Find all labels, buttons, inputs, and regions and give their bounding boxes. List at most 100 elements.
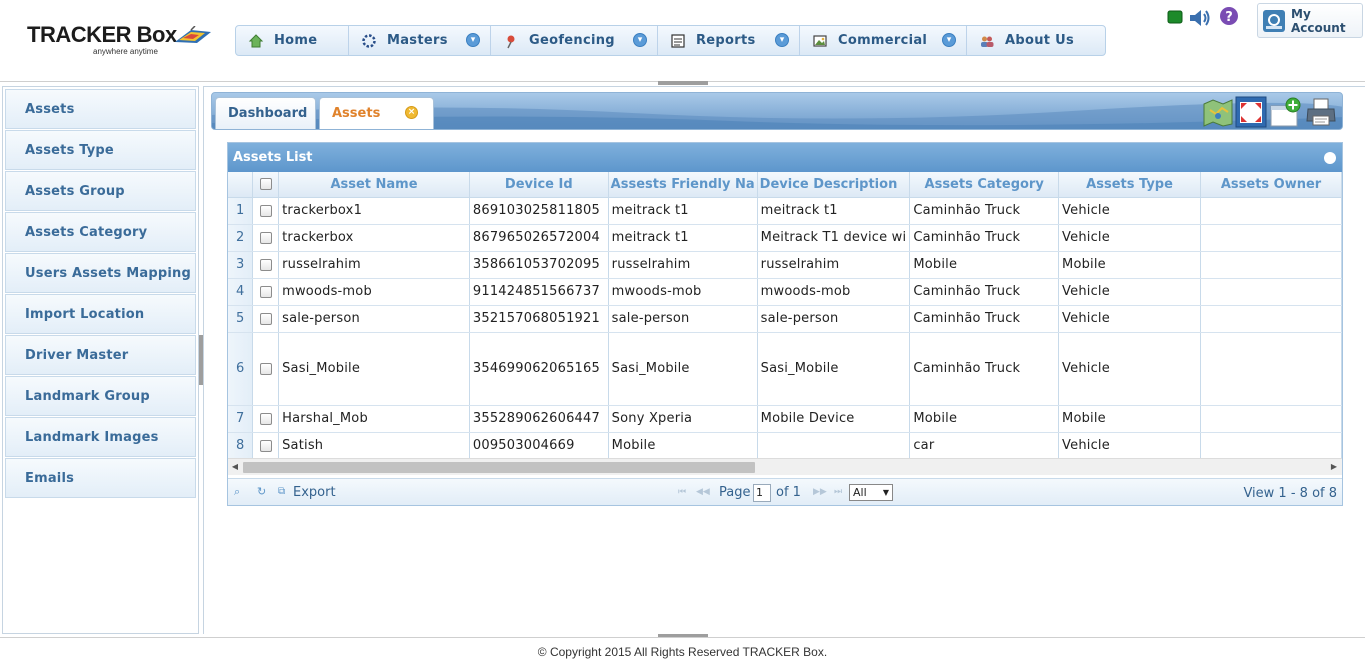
- chevron-down-icon[interactable]: ▾: [942, 33, 956, 47]
- sidebar-item-assets-category[interactable]: Assets Category: [5, 212, 196, 252]
- table-row[interactable]: 8 Satish 009503004669 Mobile car Vehicle: [228, 432, 1342, 460]
- device-id-cell[interactable]: 355289062606447: [469, 405, 609, 433]
- friendly-name-cell[interactable]: mwoods-mob: [608, 278, 758, 306]
- sidebar-item-import-location[interactable]: Import Location: [5, 294, 196, 334]
- export-button[interactable]: Export: [293, 485, 336, 500]
- print-icon[interactable]: [1305, 96, 1337, 128]
- row-checkbox[interactable]: [259, 231, 272, 244]
- row-checkbox[interactable]: [259, 439, 272, 452]
- row-checkbox[interactable]: [259, 285, 272, 298]
- tab-assets[interactable]: Assets ×: [319, 97, 434, 129]
- owner-cell[interactable]: [1200, 251, 1342, 279]
- column-header-device-description[interactable]: Device Description: [757, 172, 911, 198]
- device-id-cell[interactable]: 352157068051921: [469, 305, 609, 333]
- device-id-cell[interactable]: 358661053702095: [469, 251, 609, 279]
- table-row[interactable]: 2 trackerbox 867965026572004 meitrack t1 Mei…: [228, 224, 1342, 252]
- friendly-name-cell[interactable]: meitrack t1: [608, 197, 758, 225]
- row-checkbox[interactable]: [259, 362, 272, 375]
- chevron-down-icon[interactable]: ▾: [633, 33, 647, 47]
- row-checkbox[interactable]: [259, 258, 272, 271]
- tab-dashboard[interactable]: Dashboard: [215, 97, 316, 129]
- sidebar-item-assets-type[interactable]: Assets Type: [5, 130, 196, 170]
- device-description-cell[interactable]: mwoods-mob: [757, 278, 911, 306]
- table-row[interactable]: 4 mwoods-mob 911424851566737 mwoods-mob mwoo…: [228, 278, 1342, 306]
- add-asset-icon[interactable]: [1269, 96, 1301, 128]
- scrollbar-thumb[interactable]: [243, 462, 755, 473]
- owner-cell[interactable]: [1200, 332, 1342, 406]
- owner-cell[interactable]: [1200, 432, 1342, 460]
- select-all-checkbox[interactable]: [259, 178, 272, 191]
- chevron-down-icon[interactable]: ▾: [775, 33, 789, 47]
- next-page-icon[interactable]: ▶▶: [813, 487, 827, 497]
- first-page-icon[interactable]: ⏮: [678, 487, 686, 497]
- status-indicator-icon[interactable]: [1167, 10, 1183, 24]
- table-row[interactable]: 1 trackerbox1 869103025811805 meitrack t1 me…: [228, 197, 1342, 225]
- nav-masters[interactable]: Masters ▾: [349, 26, 491, 55]
- device-id-cell[interactable]: 009503004669: [469, 432, 609, 460]
- owner-cell[interactable]: [1200, 305, 1342, 333]
- type-cell[interactable]: Mobile: [1058, 251, 1202, 279]
- device-id-cell[interactable]: 911424851566737: [469, 278, 609, 306]
- column-header-assets-type[interactable]: Assets Type: [1058, 172, 1202, 198]
- type-cell[interactable]: Mobile: [1058, 405, 1202, 433]
- type-cell[interactable]: Vehicle: [1058, 332, 1202, 406]
- my-account-button[interactable]: My Account: [1257, 3, 1363, 38]
- device-description-cell[interactable]: [757, 432, 911, 460]
- chevron-down-icon[interactable]: ▾: [466, 33, 480, 47]
- type-cell[interactable]: Vehicle: [1058, 432, 1202, 460]
- page-number-input[interactable]: 1: [753, 484, 771, 502]
- device-description-cell[interactable]: Meitrack T1 device wi: [757, 224, 911, 252]
- category-cell[interactable]: car: [909, 432, 1060, 460]
- owner-cell[interactable]: [1200, 224, 1342, 252]
- refresh-icon[interactable]: ↻: [257, 486, 269, 498]
- asset-name-cell[interactable]: Harshal_Mob: [278, 405, 470, 433]
- sidebar-item-users-assets-mapping[interactable]: Users Assets Mapping: [5, 253, 196, 293]
- device-id-cell[interactable]: 869103025811805: [469, 197, 609, 225]
- sidebar-item-driver-master[interactable]: Driver Master: [5, 335, 196, 375]
- device-id-cell[interactable]: 867965026572004: [469, 224, 609, 252]
- asset-name-cell[interactable]: mwoods-mob: [278, 278, 470, 306]
- close-tab-icon[interactable]: ×: [405, 106, 418, 119]
- map-view-icon[interactable]: [1202, 96, 1234, 128]
- sidebar-item-assets[interactable]: Assets: [5, 89, 196, 129]
- category-cell[interactable]: Caminhão Truck: [909, 197, 1060, 225]
- column-header-asset-name[interactable]: Asset Name: [278, 172, 470, 198]
- row-checkbox[interactable]: [259, 204, 272, 217]
- device-id-cell[interactable]: 354699062065165: [469, 332, 609, 406]
- trackerbox-logo[interactable]: TRACKER Box anywhere anytime: [27, 16, 217, 60]
- owner-cell[interactable]: [1200, 405, 1342, 433]
- owner-cell[interactable]: [1200, 197, 1342, 225]
- asset-name-cell[interactable]: russelrahim: [278, 251, 470, 279]
- asset-name-cell[interactable]: sale-person: [278, 305, 470, 333]
- column-header-assets-owner[interactable]: Assets Owner: [1200, 172, 1342, 198]
- type-cell[interactable]: Vehicle: [1058, 305, 1202, 333]
- speaker-icon[interactable]: [1188, 7, 1212, 29]
- friendly-name-cell[interactable]: Sony Xperia: [608, 405, 758, 433]
- horizontal-scrollbar[interactable]: ◀ ▶: [228, 458, 1342, 475]
- type-cell[interactable]: Vehicle: [1058, 224, 1202, 252]
- sidebar-item-emails[interactable]: Emails: [5, 458, 196, 498]
- sidebar-item-assets-group[interactable]: Assets Group: [5, 171, 196, 211]
- category-cell[interactable]: Caminhão Truck: [909, 224, 1060, 252]
- table-row[interactable]: 7 Harshal_Mob 355289062606447 Sony Xperia Mo…: [228, 405, 1342, 433]
- friendly-name-cell[interactable]: russelrahim: [608, 251, 758, 279]
- column-header-assets-category[interactable]: Assets Category: [909, 172, 1060, 198]
- asset-name-cell[interactable]: trackerbox: [278, 224, 470, 252]
- type-cell[interactable]: Vehicle: [1058, 278, 1202, 306]
- asset-name-cell[interactable]: Satish: [278, 432, 470, 460]
- nav-geofencing[interactable]: Geofencing ▾: [491, 26, 658, 55]
- asset-name-cell[interactable]: trackerbox1: [278, 197, 470, 225]
- nav-home[interactable]: Home: [236, 26, 349, 55]
- scroll-left-icon[interactable]: ◀: [230, 462, 240, 472]
- device-description-cell[interactable]: russelrahim: [757, 251, 911, 279]
- scroll-right-icon[interactable]: ▶: [1329, 462, 1339, 472]
- nav-about-us[interactable]: About Us: [967, 26, 1105, 55]
- search-icon[interactable]: ⌕: [234, 486, 246, 498]
- rows-per-page-select[interactable]: All ▼: [849, 484, 893, 501]
- row-checkbox[interactable]: [259, 312, 272, 325]
- device-description-cell[interactable]: meitrack t1: [757, 197, 911, 225]
- nav-commercial[interactable]: Commercial ▾: [800, 26, 967, 55]
- category-cell[interactable]: Mobile: [909, 251, 1060, 279]
- owner-cell[interactable]: [1200, 278, 1342, 306]
- top-splitter-handle[interactable]: [658, 81, 708, 85]
